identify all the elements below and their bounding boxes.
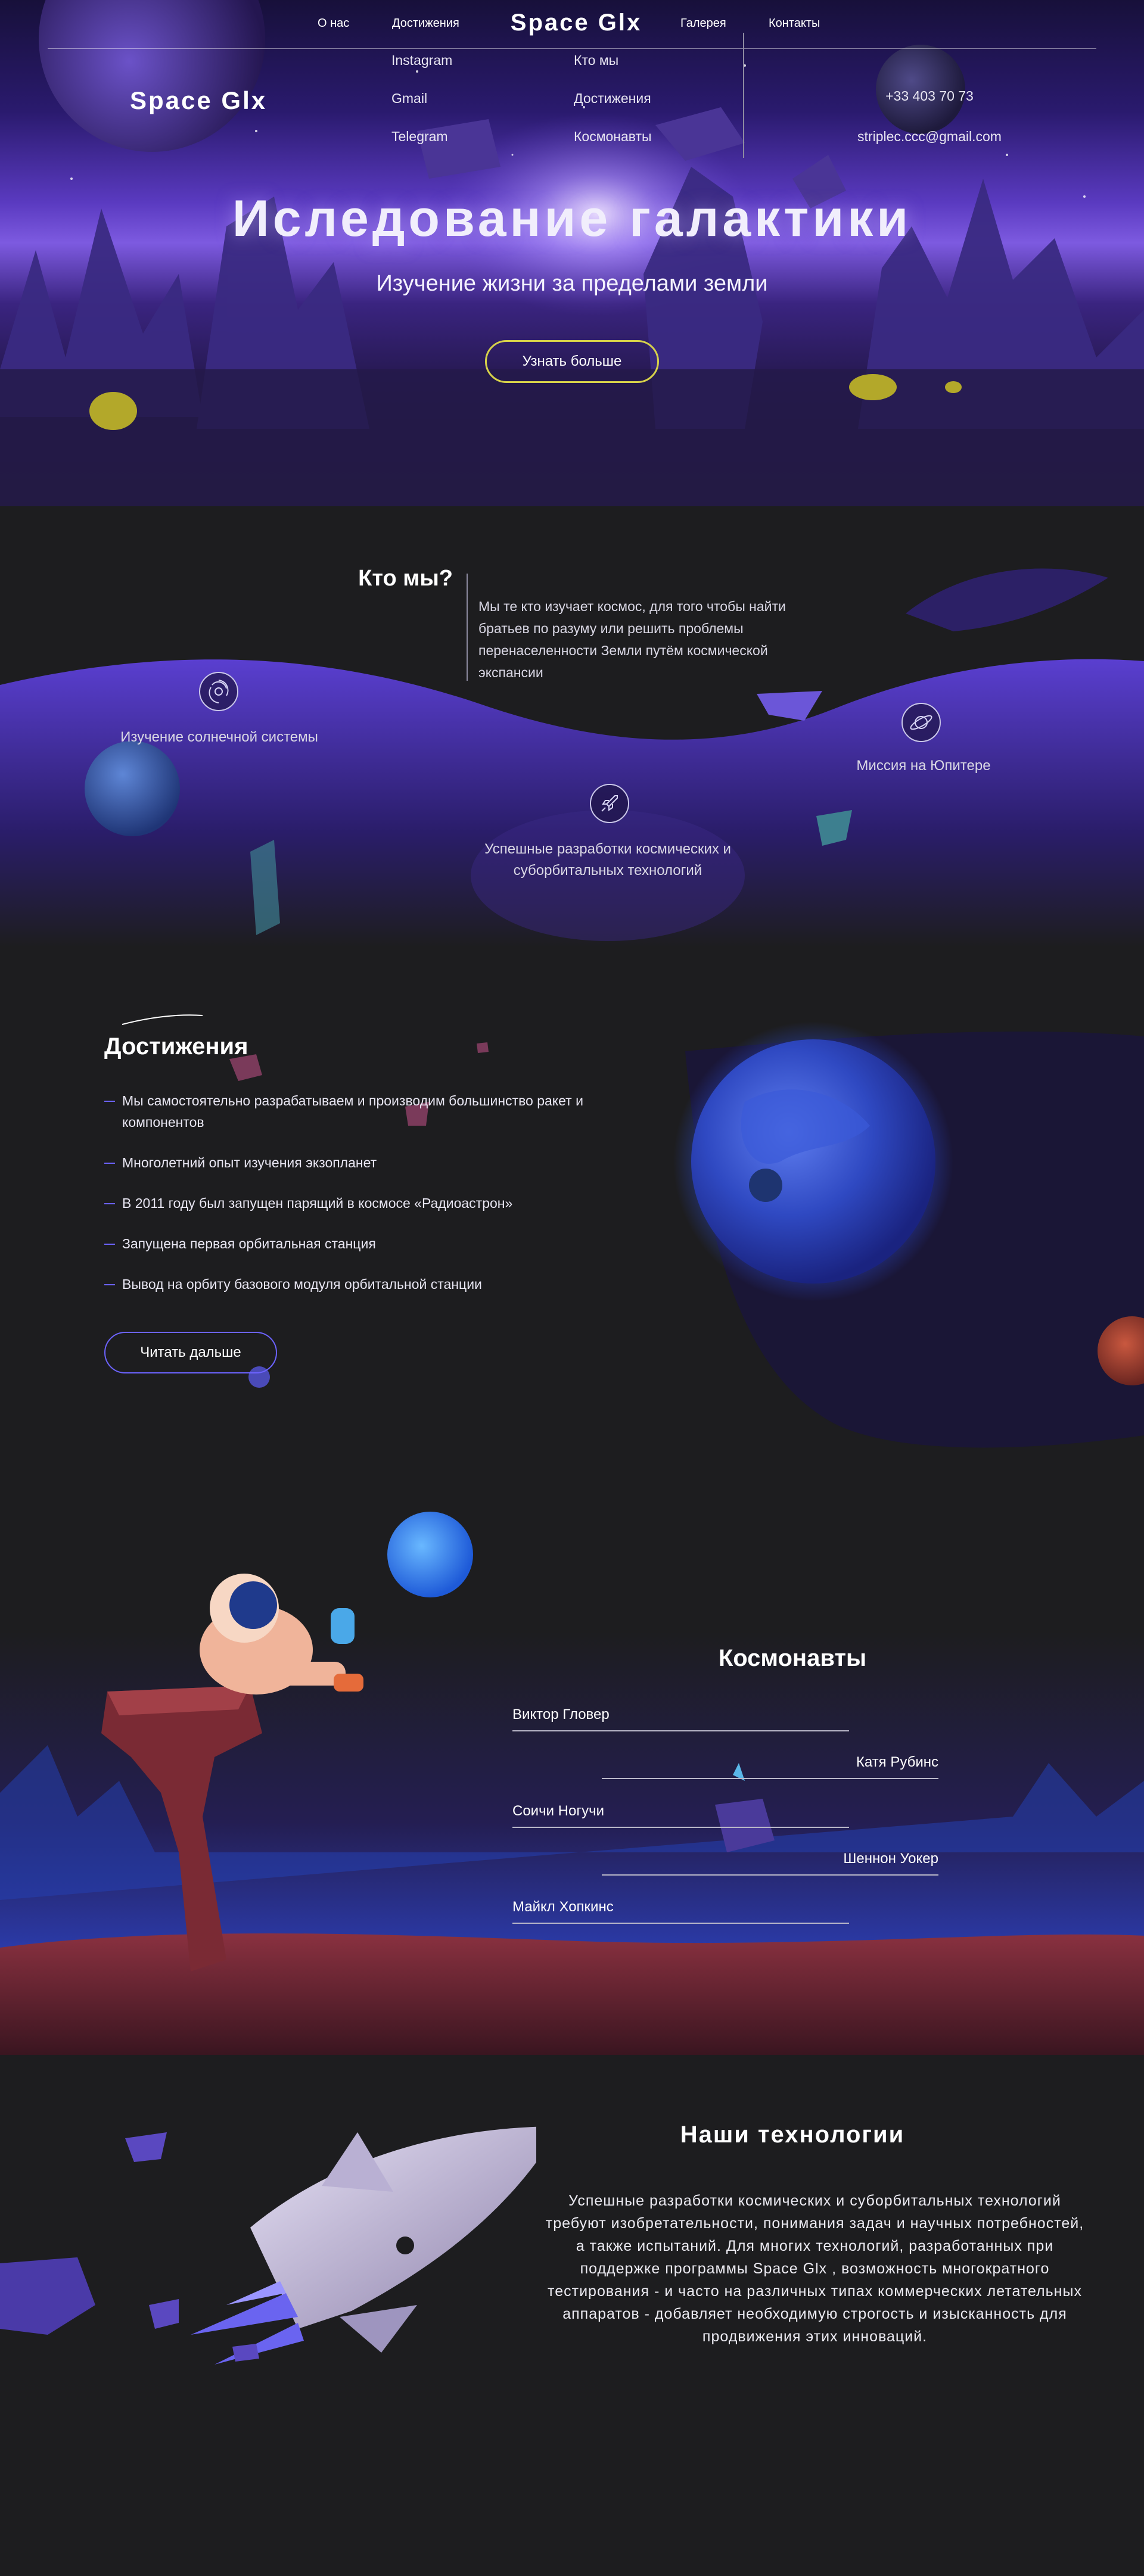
hero-background-illustration [0,0,1144,506]
footer-divider [743,33,744,158]
footer-phone[interactable]: +33 403 70 73 [763,88,1096,104]
footer-link-cosmonauts[interactable]: Космонавты [574,129,652,145]
read-more-button[interactable]: Читать дальше [104,1332,277,1373]
cosmonaut-name[interactable]: Шеннон Уокер [602,1851,938,1876]
achievement-item: Мы самостоятельно разрабатываем и произв… [104,1090,611,1133]
achievement-item: Вывод на орбиту базового модуля орбиталь… [104,1273,611,1295]
footer-link-instagram[interactable]: Instagram [391,52,452,68]
achievement-item: Запущена первая орбитальная станция [104,1233,611,1254]
learn-more-button[interactable]: Узнать больше [485,340,659,383]
site-logo[interactable]: Space Glx [505,10,648,36]
top-navigation: О нас Достижения Space Glx Галерея Конта… [48,0,1096,49]
feature-label-solar-system: Изучение солнечной системы [120,729,318,745]
hero-section: О нас Достижения Space Glx Галерея Конта… [0,0,1144,506]
nav-link-contacts[interactable]: Контакты [769,17,820,30]
about-description: Мы те кто изучает космос, для того чтобы… [478,599,786,680]
planet-icon [901,703,941,742]
hero-subtitle: Изучение жизни за пределами земли [376,271,768,296]
technologies-section: Наши технологии Успешные разработки косм… [0,2055,1144,2382]
nav-link-achievements[interactable]: Достижения [392,17,459,30]
achievement-item: В 2011 году был запущен парящий в космос… [104,1192,611,1214]
technologies-description: Успешные разработки космических и суборб… [545,2192,1084,2345]
cosmonauts-landscape-illustration [0,1512,1144,2055]
hero-title: Иследование галактики [232,190,912,247]
cosmonauts-title: Космонавты [718,1645,867,1671]
nav-link-gallery[interactable]: Галерея [680,17,726,30]
cosmonaut-name[interactable]: Соичи Ногучи [512,1803,849,1828]
achievements-section: Достижения Мы самостоятельно разрабатыва… [0,947,1144,1483]
footer-link-achievements[interactable]: Достижения [574,91,651,107]
footer-link-telegram[interactable]: Telegram [391,129,448,145]
achievements-title: Достижения [104,1033,248,1060]
footer-link-who-we-are[interactable]: Кто мы [574,52,618,68]
rocket-illustration [0,2126,536,2365]
achievements-list: Мы самостоятельно разрабатываем и произв… [104,1090,611,1314]
technologies-title: Наши технологии [680,2122,905,2148]
astronaut-illustration [200,1574,363,1695]
about-section: Кто мы? Мы те кто изучает космос, для то… [0,506,1144,947]
footer-logo[interactable]: Space Glx [130,86,267,115]
nav-link-about[interactable]: О нас [318,17,349,30]
footer-link-gmail[interactable]: Gmail [391,91,427,107]
footer-email[interactable]: striplec.ccc@gmail.com [763,129,1096,145]
achievement-item: Многолетний опыт изучения экзопланет [104,1152,611,1173]
cosmonaut-name[interactable]: Катя Рубинс [602,1754,938,1779]
cosmonaut-name[interactable]: Виктор Гловер [512,1706,849,1731]
galaxy-icon [199,672,238,711]
feature-label-jupiter-mission: Миссия на Юпитере [856,758,991,774]
about-title: Кто мы? [358,566,453,591]
cosmonauts-section: Космонавты Виктор Гловер Катя Рубинс Сои… [0,1483,1144,2055]
feature-label-technologies: Успешные разработки космических и суборб… [484,841,731,879]
rocket-icon [590,784,629,823]
cosmonaut-name[interactable]: Майкл Хопкинс [512,1899,849,1924]
about-divider [467,574,468,681]
